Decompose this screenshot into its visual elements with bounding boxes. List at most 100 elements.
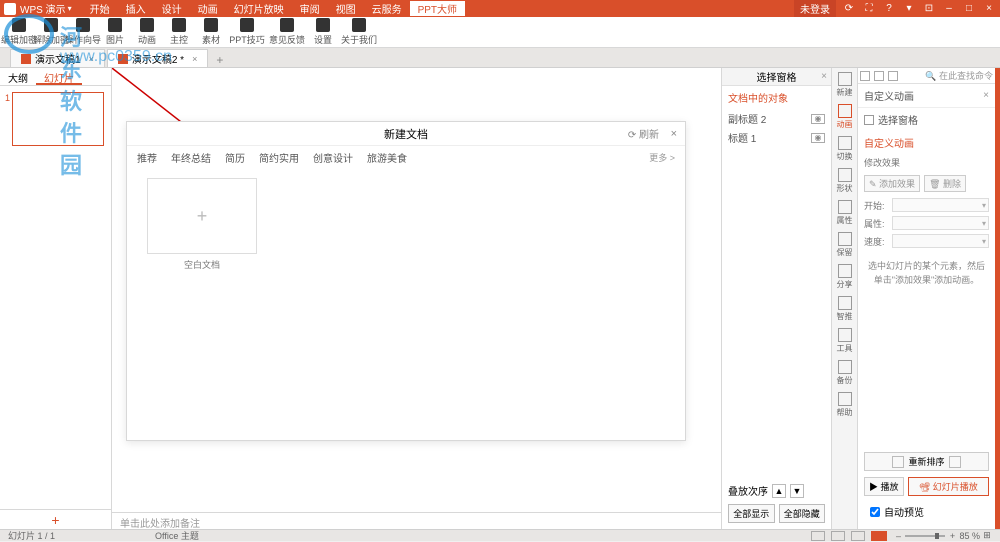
property-select[interactable]: ▾ (892, 216, 989, 230)
reorder-down-icon[interactable] (949, 456, 961, 468)
strip-tools[interactable]: 工具 (834, 328, 856, 354)
move-down-icon[interactable]: ▼ (790, 484, 804, 498)
ribbon-guide[interactable]: 操作向导 (68, 18, 98, 46)
menu-animation[interactable]: 动画 (190, 1, 226, 16)
hide-all-button[interactable]: 全部隐藏 (779, 504, 826, 523)
cat-recommend[interactable]: 推荐 (137, 150, 157, 165)
ribbon-encrypt[interactable]: 编辑加密 (4, 18, 34, 46)
cat-travel[interactable]: 旅游美食 (367, 150, 407, 165)
move-up-icon[interactable]: ▲ (772, 484, 786, 498)
select-pane-link[interactable]: 选择窗格 (858, 108, 995, 131)
strip-prop[interactable]: 属性 (834, 200, 856, 226)
tool-icon[interactable] (860, 71, 870, 81)
ribbon-settings[interactable]: 设置 (308, 18, 338, 46)
menu-insert[interactable]: 插入 (118, 1, 154, 16)
add-tab-button[interactable]: + (210, 53, 229, 67)
blank-template[interactable]: + (147, 178, 257, 254)
speed-field: 速度: ▾ (858, 232, 995, 250)
app-dropdown-icon[interactable]: ▾ (68, 4, 72, 13)
ribbon-about[interactable]: 关于我们 (340, 18, 378, 46)
new-doc-dialog: 新建文档 ⟳ 刷新 × 推荐 年终总结 简历 简约实用 创意设计 旅游美食 更多… (126, 121, 686, 441)
fit-icon[interactable]: ⊞ (982, 530, 992, 541)
ribbon-master[interactable]: 主控 (164, 18, 194, 46)
obj-subtitle[interactable]: 副标题 2 ◉ (722, 109, 831, 128)
more-icon[interactable]: ▾ (902, 3, 916, 14)
slideshow-button[interactable]: 📽 幻灯片播放 (908, 477, 989, 496)
view-reading-icon[interactable] (851, 531, 865, 541)
dialog-refresh-button[interactable]: ⟳ 刷新 (628, 126, 659, 141)
help-icon[interactable]: ? (882, 3, 896, 14)
strip-help[interactable]: 帮助 (834, 392, 856, 418)
strip-trans[interactable]: 切换 (834, 136, 856, 162)
speed-select[interactable]: ▾ (892, 234, 989, 248)
add-effect-button[interactable]: ✎ 添加效果 (864, 175, 920, 192)
view-normal-icon[interactable] (811, 531, 825, 541)
strip-backup[interactable]: 备份 (834, 360, 856, 386)
animation-pane: 🔍 在此查找命令 自定义动画 × 选择窗格 自定义动画 修改效果 ✎ 添加效果 … (857, 68, 995, 529)
strip-keep[interactable]: 保留 (834, 232, 856, 258)
skin-icon[interactable]: ⛶ (862, 3, 876, 14)
show-all-button[interactable]: 全部显示 (728, 504, 775, 523)
cat-summary[interactable]: 年终总结 (171, 150, 211, 165)
pin-icon[interactable]: ⊡ (922, 3, 936, 14)
tool-icon[interactable] (874, 71, 884, 81)
doctab-close-icon[interactable]: × (192, 54, 197, 64)
zoom-in-icon[interactable]: + (947, 531, 957, 541)
cat-simple[interactable]: 简约实用 (259, 150, 299, 165)
ribbon-decrypt[interactable]: 解除加密 (36, 18, 66, 46)
animpane-close-icon[interactable]: × (983, 90, 989, 101)
strip-recommend[interactable]: 智推 (834, 296, 856, 322)
strip-new[interactable]: 新建 (834, 72, 856, 98)
menu-slideshow[interactable]: 幻灯片放映 (226, 1, 292, 16)
add-slide-button[interactable]: + (0, 509, 111, 529)
ribbon-feedback[interactable]: 意见反馈 (268, 18, 306, 46)
play-slideshow-icon[interactable] (871, 531, 887, 541)
tab-outline[interactable]: 大纲 (0, 68, 36, 85)
ribbon-material[interactable]: 素材 (196, 18, 226, 46)
doctab-close-icon[interactable]: × (89, 54, 94, 64)
close-icon[interactable]: × (982, 3, 996, 14)
dialog-close-icon[interactable]: × (671, 128, 677, 140)
minimize-icon[interactable]: – (942, 3, 956, 14)
view-sorter-icon[interactable] (831, 531, 845, 541)
ribbon-anim[interactable]: 动画 (132, 18, 162, 46)
strip-shape[interactable]: 形状 (834, 168, 856, 194)
menu-review[interactable]: 审阅 (292, 1, 328, 16)
login-button[interactable]: 未登录 (794, 0, 836, 17)
cat-creative[interactable]: 创意设计 (313, 150, 353, 165)
tab-slides[interactable]: 幻灯片 (36, 68, 82, 85)
play-button[interactable]: ▶ 播放 (864, 477, 904, 496)
visibility-toggle-icon[interactable]: ◉ (811, 114, 825, 124)
zoom-slider[interactable] (905, 535, 945, 537)
menu-cloud[interactable]: 云服务 (364, 1, 410, 16)
right-scrollbar[interactable] (995, 68, 1000, 529)
command-search[interactable]: 🔍 在此查找命令 (925, 69, 993, 82)
zoom-out-icon[interactable]: – (893, 531, 903, 541)
doctab-1[interactable]: 演示文稿1 × (10, 49, 105, 67)
tool-icon[interactable] (888, 71, 898, 81)
notes-pane[interactable]: 单击此处添加备注 (112, 512, 721, 529)
reorder-up-icon[interactable] (892, 456, 904, 468)
anim-hint: 选中幻灯片的某个元素，然后单击"添加效果"添加动画。 (858, 250, 995, 297)
selpane-close-icon[interactable]: × (821, 71, 827, 82)
maximize-icon[interactable]: □ (962, 3, 976, 14)
slide-thumbnail[interactable]: 1 (12, 92, 104, 146)
strip-share[interactable]: 分享 (834, 264, 856, 290)
strip-anim[interactable]: 动画 (834, 104, 856, 130)
doctab-2[interactable]: 演示文稿2 * × (107, 49, 209, 67)
ribbon-tips[interactable]: PPT技巧 (228, 18, 266, 46)
auto-preview-checkbox[interactable] (870, 507, 880, 517)
ribbon-image[interactable]: 图片 (100, 18, 130, 46)
start-select[interactable]: ▾ (892, 198, 989, 212)
cat-resume[interactable]: 简历 (225, 150, 245, 165)
menu-view[interactable]: 视图 (328, 1, 364, 16)
menu-design[interactable]: 设计 (154, 1, 190, 16)
delete-effect-button[interactable]: 🗑 删除 (924, 175, 966, 192)
cat-more[interactable]: 更多 > (649, 151, 675, 164)
title-bar: WPS 演示 ▾ 开始 插入 设计 动画 幻灯片放映 审阅 视图 云服务 PPT… (0, 0, 1000, 17)
menu-pptmaster[interactable]: PPT大师 (410, 1, 465, 16)
menu-start[interactable]: 开始 (82, 1, 118, 16)
refresh-icon[interactable]: ⟳ (842, 3, 856, 14)
visibility-toggle-icon[interactable]: ◉ (811, 133, 825, 143)
obj-title[interactable]: 标题 1 ◉ (722, 128, 831, 147)
